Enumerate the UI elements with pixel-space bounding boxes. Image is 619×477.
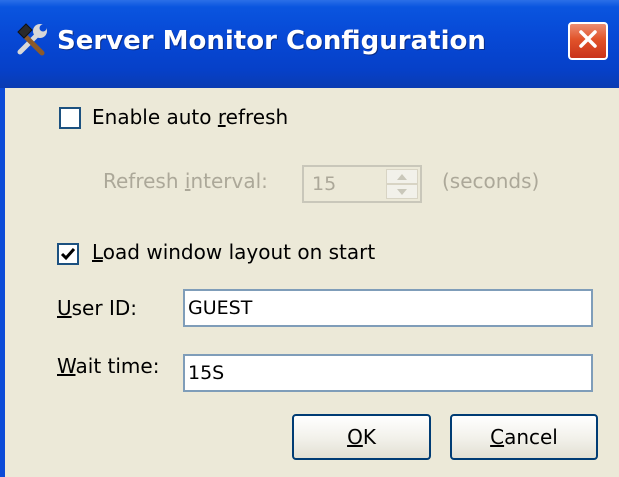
seconds-unit-label: (seconds) (442, 169, 540, 193)
user-id-field[interactable] (188, 294, 578, 322)
load-layout-label[interactable]: Load window layout on start (92, 240, 375, 264)
auto-refresh-label[interactable]: Enable auto refresh (92, 105, 288, 129)
refresh-interval-spinner[interactable]: 15 (302, 165, 422, 203)
user-id-label: User ID: (57, 296, 137, 320)
wait-time-field-wrap (183, 354, 593, 392)
spin-up-button[interactable] (386, 169, 418, 184)
auto-refresh-checkbox[interactable] (59, 107, 81, 129)
window-title: Server Monitor Configuration (57, 26, 486, 56)
spin-down-button[interactable] (386, 184, 418, 199)
ok-button[interactable]: OK (292, 414, 431, 460)
close-button[interactable] (568, 22, 608, 60)
load-layout-checkbox[interactable] (57, 243, 79, 265)
arrow-up-icon (397, 173, 407, 180)
hammer-wrench-icon (12, 20, 52, 60)
refresh-interval-value: 15 (312, 173, 337, 195)
cancel-button[interactable]: Cancel (450, 414, 598, 460)
user-id-field-wrap (183, 289, 593, 327)
wait-time-field[interactable] (188, 359, 578, 387)
refresh-interval-label: Refresh interval: (103, 169, 268, 193)
checkmark-icon (60, 248, 76, 261)
arrow-down-icon (397, 188, 407, 195)
close-icon (576, 27, 600, 55)
wait-time-label: Wait time: (57, 354, 160, 378)
title-bar[interactable]: Server Monitor Configuration (0, 0, 619, 88)
